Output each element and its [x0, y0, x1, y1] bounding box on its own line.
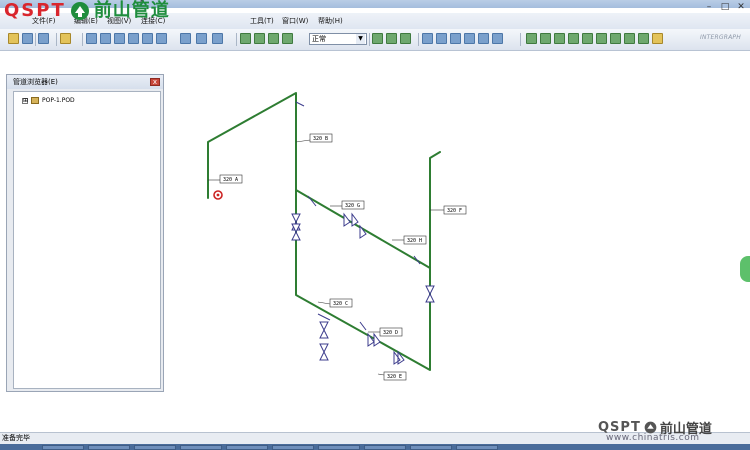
- close-icon[interactable]: ✕: [736, 3, 746, 12]
- valve-vertical-2: [291, 223, 301, 241]
- pan-icon[interactable]: [156, 33, 167, 44]
- tag-320B: 320 B: [309, 133, 333, 143]
- valve-lower-2: [319, 343, 329, 361]
- taskbar-button[interactable]: [410, 445, 452, 450]
- valve-lower-3: [367, 332, 381, 347]
- taskbar: [0, 444, 750, 450]
- tool-4-icon[interactable]: [282, 33, 293, 44]
- taskbar-button[interactable]: [318, 445, 360, 450]
- tool-20-icon[interactable]: [610, 33, 621, 44]
- chevron-down-icon: ▼: [356, 34, 365, 44]
- watermark-top-left: QSPT 前山管道: [4, 0, 170, 22]
- tool-23-icon[interactable]: [652, 33, 663, 44]
- zoom-all-icon[interactable]: [114, 33, 125, 44]
- svg-text:320 F: 320 F: [447, 208, 462, 214]
- leader-320B: [295, 139, 311, 143]
- view-toggle-icon[interactable]: [180, 33, 191, 44]
- isometric-drawing[interactable]: 320 B 320 A 320 F 320 G 320 H 320 C 320 …: [0, 52, 750, 432]
- app-window: P – □ ✕ 文件(F) 编辑(E) 视图(V) 连接(C) 工具(T) 窗口…: [0, 0, 750, 450]
- tag-320F: 320 F: [443, 205, 467, 215]
- zoom-in-icon[interactable]: [128, 33, 139, 44]
- svg-text:320 E: 320 E: [387, 374, 402, 380]
- rotate-icon[interactable]: [196, 33, 207, 44]
- zoom-extents-icon[interactable]: [100, 33, 111, 44]
- tool-13-icon[interactable]: [492, 33, 503, 44]
- tag-320H: 320 H: [403, 235, 427, 245]
- taskbar-button[interactable]: [88, 445, 130, 450]
- tool-5-icon[interactable]: [372, 33, 383, 44]
- tool-2-icon[interactable]: [254, 33, 265, 44]
- maximize-icon[interactable]: □: [720, 3, 730, 12]
- valve-stem-5: [359, 321, 367, 331]
- taskbar-button[interactable]: [134, 445, 176, 450]
- tool-22-icon[interactable]: [638, 33, 649, 44]
- valve-stem-4: [317, 313, 331, 321]
- taskbar-button[interactable]: [272, 445, 314, 450]
- tool-12-icon[interactable]: [478, 33, 489, 44]
- tag-320D: 320 D: [379, 327, 403, 337]
- undo-icon[interactable]: [38, 33, 49, 44]
- tool-10-icon[interactable]: [450, 33, 461, 44]
- tool-15-icon[interactable]: [540, 33, 551, 44]
- tool-14-icon[interactable]: [526, 33, 537, 44]
- info-icon[interactable]: [60, 33, 71, 44]
- view-mode-select[interactable]: 正常 ▼: [309, 33, 367, 45]
- minimize-icon[interactable]: –: [704, 3, 714, 12]
- tag-320E: 320 E: [383, 371, 407, 381]
- toolbar: 正常 ▼: [0, 29, 750, 51]
- tag-leaders: [208, 139, 444, 377]
- tool-6-icon[interactable]: [386, 33, 397, 44]
- tool-9-icon[interactable]: [436, 33, 447, 44]
- valve-lower-1: [319, 321, 329, 339]
- view-mode-value: 正常: [312, 35, 326, 43]
- svg-text:320 D: 320 D: [383, 330, 398, 336]
- intergraph-logo: INTERGRAPH: [700, 34, 741, 41]
- tool-18-icon[interactable]: [582, 33, 593, 44]
- taskbar-button[interactable]: [364, 445, 406, 450]
- tool-17-icon[interactable]: [568, 33, 579, 44]
- tool-1-icon[interactable]: [240, 33, 251, 44]
- watermark-url: www.chinatris.com: [606, 433, 700, 443]
- tool-11-icon[interactable]: [464, 33, 475, 44]
- taskbar-button[interactable]: [42, 445, 84, 450]
- zoom-window-icon[interactable]: [86, 33, 97, 44]
- valve-horizontal-2: [359, 224, 367, 239]
- svg-text:320 G: 320 G: [345, 203, 360, 209]
- valve-vertical-3: [425, 285, 435, 303]
- pipe-line-lower: [295, 189, 431, 371]
- tag-320C: 320 C: [329, 298, 353, 308]
- tool-16-icon[interactable]: [554, 33, 565, 44]
- zoom-out-icon[interactable]: [142, 33, 153, 44]
- svg-text:320 C: 320 C: [333, 301, 348, 307]
- svg-text:320 A: 320 A: [223, 177, 238, 183]
- open-icon[interactable]: [8, 33, 19, 44]
- taskbar-button[interactable]: [226, 445, 268, 450]
- valve-stem-1: [295, 101, 305, 107]
- taskbar-button[interactable]: [456, 445, 498, 450]
- watermark-brand: QSPT: [4, 0, 66, 21]
- tool-7-icon[interactable]: [400, 33, 411, 44]
- tag-320A: 320 A: [219, 174, 243, 184]
- svg-text:320 H: 320 H: [407, 238, 422, 244]
- tool-21-icon[interactable]: [624, 33, 635, 44]
- svg-text:320 B: 320 B: [313, 136, 328, 142]
- status-text: 准备完毕: [2, 434, 30, 442]
- taskbar-button[interactable]: [180, 445, 222, 450]
- tool-19-icon[interactable]: [596, 33, 607, 44]
- leader-320C: [317, 301, 331, 305]
- tool-3-icon[interactable]: [268, 33, 279, 44]
- side-floating-tab[interactable]: [740, 256, 750, 282]
- menu-tools[interactable]: 工具(T): [250, 16, 274, 26]
- menu-window[interactable]: 窗口(W): [282, 16, 308, 26]
- tag-320G: 320 G: [341, 200, 365, 210]
- menu-help[interactable]: 帮助(H): [318, 16, 343, 26]
- start-point-dot: [216, 193, 220, 197]
- brand-logo-icon: [70, 2, 89, 20]
- save-icon[interactable]: [22, 33, 33, 44]
- tool-8-icon[interactable]: [422, 33, 433, 44]
- watermark-cn-name: 前山管道: [93, 0, 170, 21]
- orientation-icon[interactable]: [212, 33, 223, 44]
